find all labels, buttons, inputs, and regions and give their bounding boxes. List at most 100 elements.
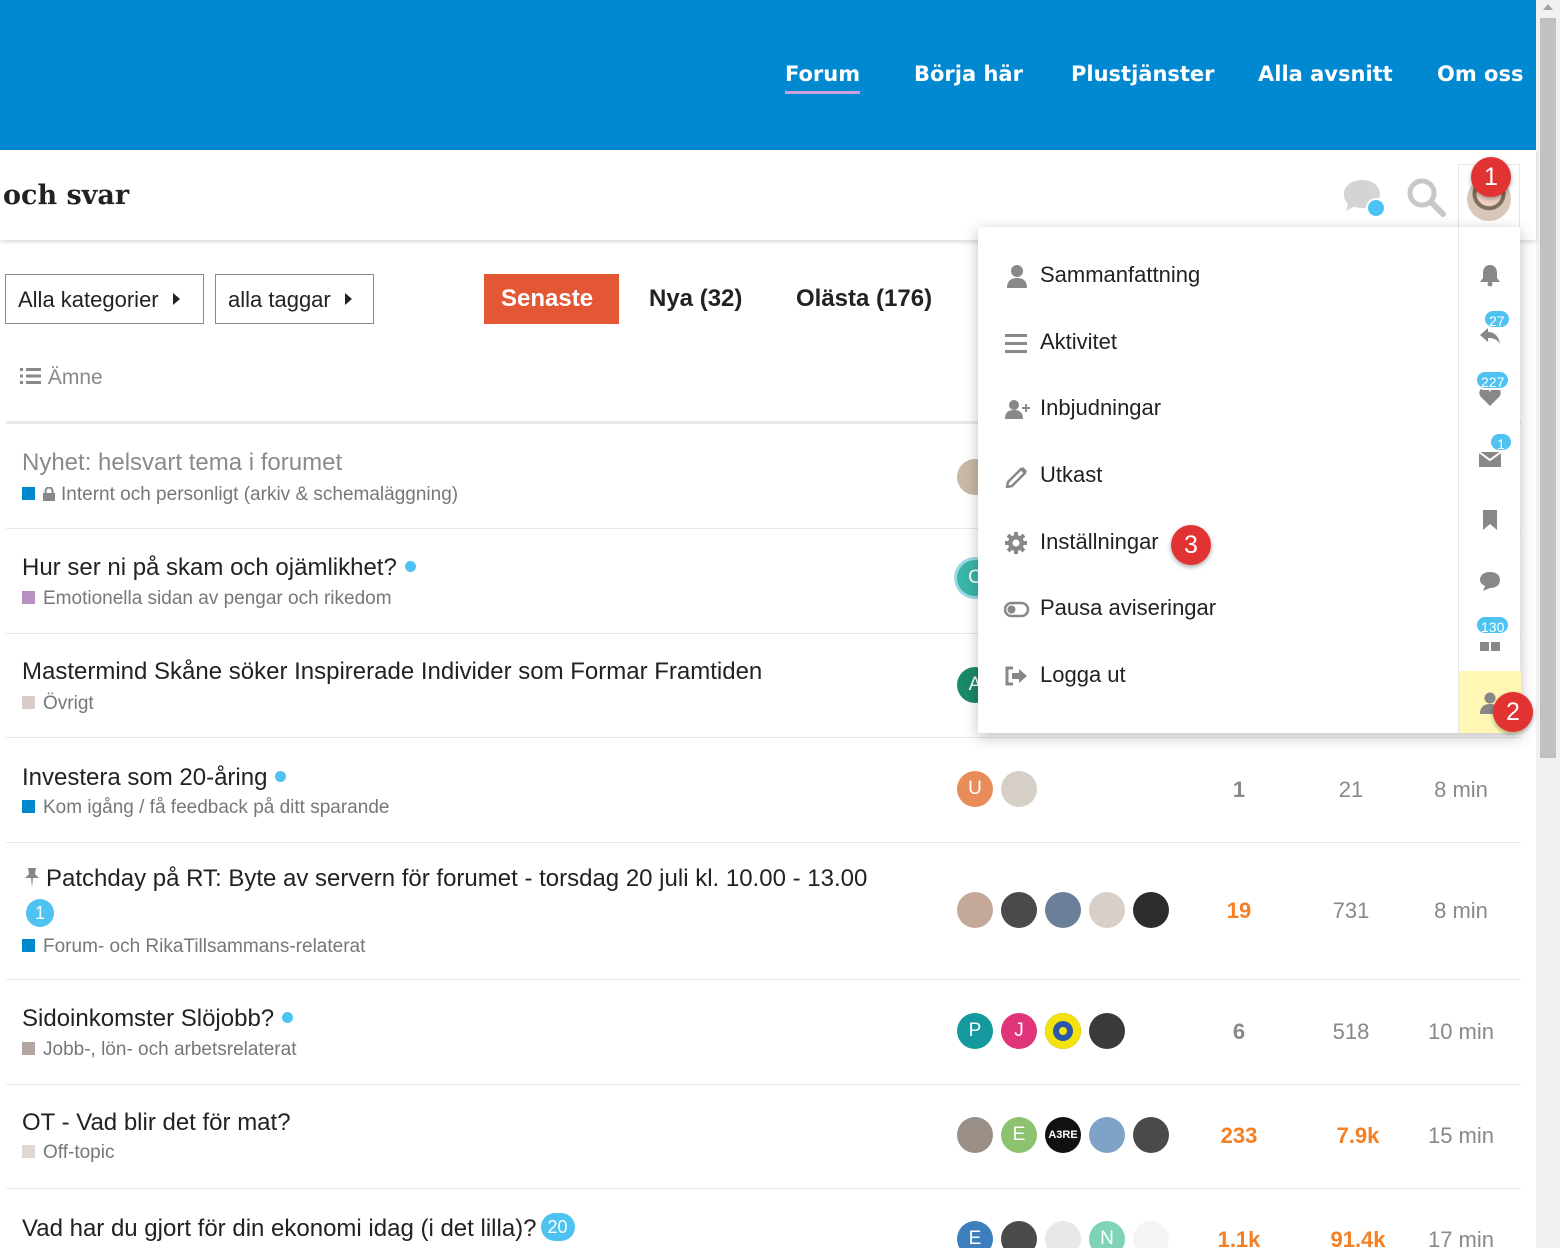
avatar[interactable]: E xyxy=(957,1221,993,1248)
menu-item-label: Logga ut xyxy=(1040,662,1126,687)
chat-icon[interactable] xyxy=(1340,178,1386,218)
stream-icon xyxy=(1005,334,1027,353)
topic-category-link[interactable]: Off-topic xyxy=(22,1142,114,1164)
nav-link-alla-avsnitt[interactable]: Alla avsnitt xyxy=(1258,62,1393,86)
scrollbar-thumb[interactable] xyxy=(1540,18,1556,758)
view-count: 91.4k xyxy=(1330,1227,1386,1248)
annotation-marker-2: 2 xyxy=(1493,692,1533,732)
chat-tab[interactable] xyxy=(1459,556,1521,606)
topic-title-link[interactable]: Mastermind Skåne söker Inspirerade Indiv… xyxy=(22,658,762,686)
reply-count[interactable]: 1.1k xyxy=(1184,1227,1294,1248)
site-title[interactable]: och svar xyxy=(3,180,129,211)
avatar[interactable] xyxy=(1001,771,1037,807)
nav-link-forum[interactable]: Forum xyxy=(785,62,861,94)
topic-title-text: Sidoinkomster Slöjobb? xyxy=(22,1005,275,1032)
category-dropdown[interactable]: Alla kategorier xyxy=(5,274,204,324)
avatar[interactable]: J xyxy=(1001,1013,1037,1049)
view-count: 7.9k xyxy=(1336,1123,1380,1148)
menu-item-label: Aktivitet xyxy=(1040,329,1118,354)
topic-category-link[interactable]: Forum- och RikaTillsammans-relaterat xyxy=(22,936,365,958)
unread-count-badge[interactable]: 20 xyxy=(540,1213,575,1241)
tab-nya[interactable]: Nya (32) xyxy=(649,274,742,324)
notifications-tab[interactable] xyxy=(1459,250,1521,300)
search-icon[interactable] xyxy=(1405,176,1447,218)
nav-link-om-oss[interactable]: Om oss xyxy=(1437,62,1523,86)
topic-title-link[interactable]: Sidoinkomster Slöjobb? xyxy=(22,1005,294,1033)
topic-title-link[interactable]: Hur ser ni på skam och ojämlikhet? xyxy=(22,554,416,582)
topic-category-link[interactable]: Kom igång / få feedback på ditt sparande xyxy=(22,797,389,819)
topic-category-label: Internt och personligt (arkiv & schemalä… xyxy=(61,484,459,505)
avatar[interactable] xyxy=(1133,1117,1169,1153)
list-icon xyxy=(20,368,41,384)
sign-out-icon xyxy=(1005,666,1027,686)
avatar[interactable] xyxy=(1089,1013,1125,1049)
avatar[interactable] xyxy=(1045,1221,1081,1248)
avatar[interactable]: A3RE xyxy=(1045,1117,1081,1153)
avatar[interactable] xyxy=(1045,1013,1081,1049)
nav-link-plustjanster[interactable]: Plustjänster xyxy=(1071,62,1215,86)
other-notifications-tab[interactable]: 130 xyxy=(1459,615,1521,667)
caret-right-icon xyxy=(344,293,352,305)
activity-time[interactable]: 10 min xyxy=(1406,1019,1516,1045)
avatar[interactable]: N xyxy=(1089,1221,1125,1248)
reply-count[interactable]: 1 xyxy=(1184,777,1294,803)
avatar[interactable] xyxy=(957,1117,993,1153)
reply-count[interactable]: 6 xyxy=(1184,1019,1294,1045)
activity-time[interactable]: 8 min xyxy=(1406,777,1516,803)
topic-title-link[interactable]: Vad har du gjort för din ekonomi idag (i… xyxy=(22,1213,575,1243)
replies-tab[interactable]: 27 xyxy=(1459,309,1521,361)
topic-row[interactable]: Patchday på RT: Byte av servern för foru… xyxy=(6,843,1521,980)
topic-column-header[interactable]: Ämne xyxy=(20,366,103,390)
reply-count[interactable]: 233 xyxy=(1184,1123,1294,1149)
topic-row[interactable]: Sidoinkomster Slöjobb? Jobb-, lön- och a… xyxy=(6,980,1521,1085)
view-count: 518 xyxy=(1332,1019,1370,1044)
notification-count-badge: 227 xyxy=(1475,370,1511,390)
unread-count-badge[interactable]: 1 xyxy=(26,899,54,927)
tags-dropdown[interactable]: alla taggar xyxy=(215,274,374,324)
new-topic-indicator-icon xyxy=(282,1012,294,1023)
avatar[interactable] xyxy=(957,892,993,928)
avatar[interactable]: P xyxy=(957,1013,993,1049)
avatar[interactable] xyxy=(1089,1117,1125,1153)
avatar[interactable] xyxy=(1133,892,1169,928)
topic-title-link[interactable]: Nyhet: helsvart tema i forumet xyxy=(22,449,342,477)
scroll-up-arrow-icon[interactable] xyxy=(1543,4,1553,10)
new-topic-indicator-icon xyxy=(404,561,416,572)
activity-time[interactable]: 8 min xyxy=(1406,898,1516,924)
tab-olasta[interactable]: Olästa (176) xyxy=(796,274,932,324)
activity-time[interactable]: 15 min xyxy=(1406,1123,1516,1149)
topic-row[interactable]: Vad har du gjort för din ekonomi idag (i… xyxy=(6,1189,1521,1248)
topic-category-label: Off-topic xyxy=(43,1142,115,1163)
avatar[interactable] xyxy=(1001,892,1037,928)
avatar[interactable]: U xyxy=(957,771,993,807)
comment-icon xyxy=(1480,572,1500,591)
nav-link-borja-har[interactable]: Börja här xyxy=(914,62,1023,86)
topic-category-link[interactable]: Övrigt xyxy=(22,693,94,715)
activity-time[interactable]: 17 min xyxy=(1406,1227,1516,1248)
topic-title-link[interactable]: Patchday på RT: Byte av servern för foru… xyxy=(22,861,882,933)
topic-title-text: Investera som 20-åring xyxy=(22,764,268,791)
topic-category-link[interactable]: Jobb-, lön- och arbetsrelaterat xyxy=(22,1039,296,1061)
topic-category-link[interactable]: Internt och personligt (arkiv & schemalä… xyxy=(22,484,458,506)
messages-tab[interactable]: 1 xyxy=(1459,432,1521,484)
bookmarks-tab[interactable] xyxy=(1459,495,1521,545)
avatar[interactable] xyxy=(1045,892,1081,928)
topic-row[interactable]: OT - Vad blir det för mat? Off-topic E A… xyxy=(6,1085,1521,1189)
avatar[interactable] xyxy=(1089,892,1125,928)
avatar[interactable] xyxy=(1001,1221,1037,1248)
tab-senaste[interactable]: Senaste xyxy=(484,274,619,324)
topic-category-label: Övrigt xyxy=(43,693,94,714)
vertical-scrollbar[interactable] xyxy=(1536,0,1560,1248)
topic-title-link[interactable]: Investera som 20-åring xyxy=(22,764,287,792)
topic-category-label: Kom igång / få feedback på ditt sparande xyxy=(43,797,390,818)
topic-category-link[interactable]: Emotionella sidan av pengar och rikedom xyxy=(22,588,392,610)
reply-count[interactable]: 19 xyxy=(1184,898,1294,924)
avatar[interactable] xyxy=(1133,1221,1169,1248)
category-swatch xyxy=(22,800,35,813)
topic-title-link[interactable]: OT - Vad blir det för mat? xyxy=(22,1109,291,1137)
likes-tab[interactable]: 227 xyxy=(1459,370,1521,422)
topic-row[interactable]: Investera som 20-åring Kom igång / få fe… xyxy=(6,738,1521,843)
avatar[interactable]: E xyxy=(1001,1117,1037,1153)
topic-category-label: Jobb-, lön- och arbetsrelaterat xyxy=(43,1039,297,1060)
category-swatch xyxy=(22,487,35,500)
